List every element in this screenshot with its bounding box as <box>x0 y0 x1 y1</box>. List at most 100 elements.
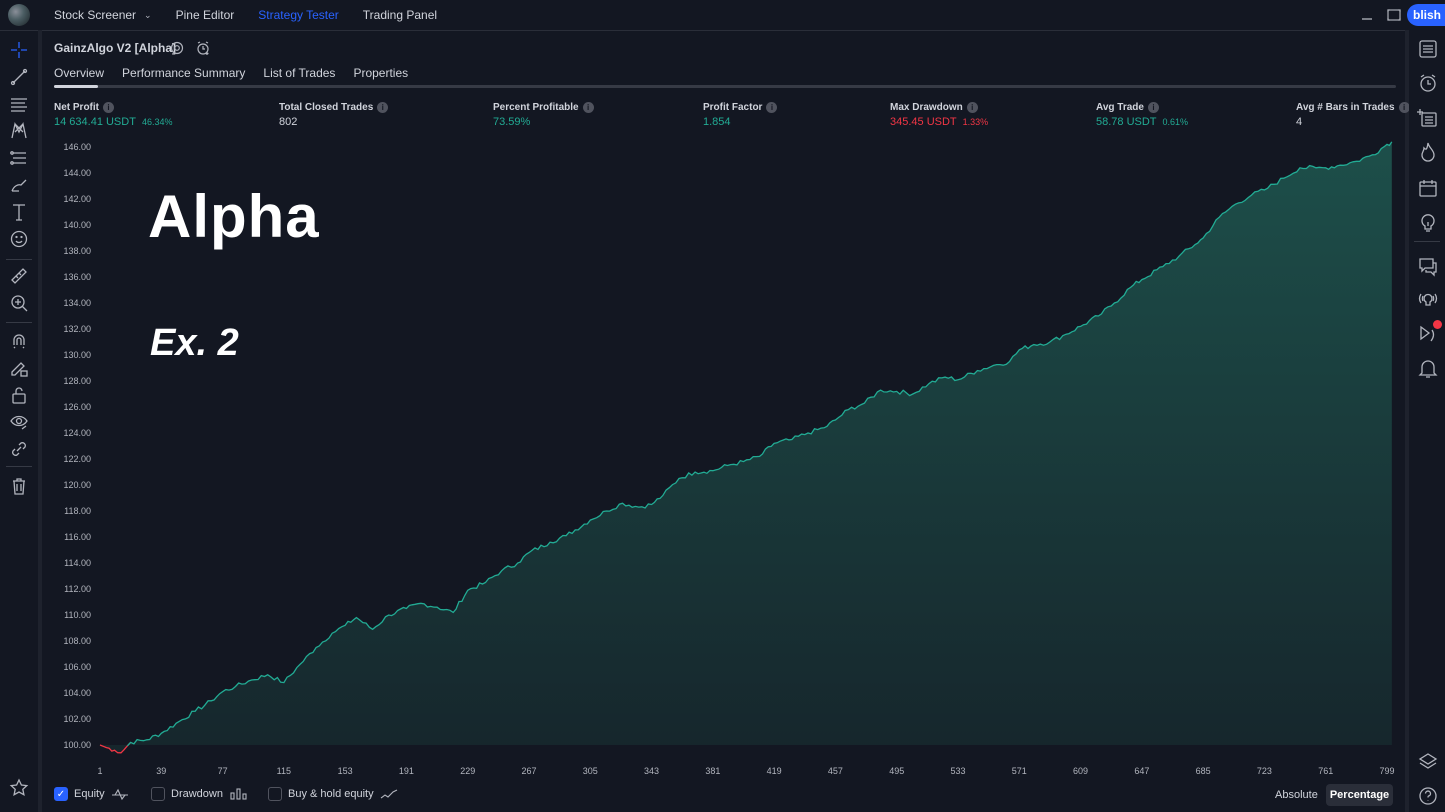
info-icon[interactable]: i <box>377 102 389 113</box>
strategy-title: GainzAlgo V2 [Alpha] <box>54 41 177 55</box>
legend-equity[interactable]: ✓ Equity <box>54 787 129 801</box>
legend-buy-hold-equity[interactable]: Buy & hold equity <box>268 787 398 801</box>
settings-gear-icon[interactable] <box>169 40 185 56</box>
notifications-bell-icon[interactable] <box>1417 357 1439 379</box>
hotlist-flame-icon[interactable] <box>1417 141 1439 163</box>
left-drawing-toolbar <box>0 0 38 812</box>
percentage-mode-button[interactable]: Percentage <box>1326 784 1393 806</box>
watchlist-icon[interactable] <box>1417 38 1439 60</box>
minimize-panel-icon[interactable] <box>1358 6 1376 24</box>
trash-icon[interactable] <box>9 476 29 496</box>
info-icon[interactable]: i <box>103 102 114 113</box>
drawdown-checkbox[interactable] <box>151 787 165 801</box>
info-icon[interactable]: i <box>966 102 978 113</box>
ruler-icon[interactable] <box>9 266 29 286</box>
zoom-in-icon[interactable] <box>9 293 29 313</box>
eye-icon[interactable] <box>9 412 29 432</box>
x-tick-label: 495 <box>889 766 904 776</box>
streams-lightbulb-icon[interactable] <box>1417 288 1439 310</box>
tab-strategy-tester[interactable]: Strategy Tester <box>246 0 350 31</box>
fib-tool-icon[interactable] <box>9 148 29 168</box>
chevron-down-icon[interactable]: ⌄ <box>144 10 152 21</box>
x-tick-label: 153 <box>338 766 353 776</box>
tab-pine-editor[interactable]: Pine Editor <box>164 0 247 31</box>
user-avatar[interactable] <box>8 4 30 26</box>
x-tick-label: 685 <box>1196 766 1211 776</box>
metric-avg-trade: Avg Trade i 58.78 USDT 0.61% <box>1096 102 1189 128</box>
overlay-title: Alpha <box>148 183 320 250</box>
x-tick-label: 419 <box>767 766 782 776</box>
metric-percent-profitable: Percent Profitable i 73.59% <box>493 101 594 128</box>
x-tick-label: 343 <box>644 766 659 776</box>
x-tick-label: 533 <box>950 766 965 776</box>
layers-icon[interactable] <box>1417 750 1439 772</box>
y-tick-label: 102.00 <box>63 714 91 724</box>
subtab-overview[interactable]: Overview <box>54 66 104 80</box>
y-tick-label: 106.00 <box>63 662 91 672</box>
x-tick-label: 77 <box>218 766 228 776</box>
maximize-panel-icon[interactable] <box>1385 6 1403 24</box>
overlay-subtitle: Ex. 2 <box>150 322 239 364</box>
y-tick-label: 124.00 <box>63 428 91 438</box>
y-tick-label: 126.00 <box>63 402 91 412</box>
calendar-icon[interactable] <box>1417 177 1439 199</box>
object-tree-icon[interactable] <box>1417 107 1439 129</box>
crosshair-icon[interactable] <box>9 40 29 60</box>
y-tick-label: 132.00 <box>63 324 91 334</box>
help-question-icon[interactable] <box>1417 785 1439 807</box>
star-favorites-icon[interactable] <box>9 778 29 798</box>
equity-checkbox[interactable]: ✓ <box>54 787 68 801</box>
trend-line-icon[interactable] <box>9 67 29 87</box>
info-icon[interactable]: i <box>582 102 594 113</box>
y-tick-label: 114.00 <box>64 558 91 568</box>
toolbar-separator <box>6 322 32 323</box>
info-icon[interactable]: i <box>766 102 778 113</box>
pattern-tool-icon[interactable] <box>9 121 29 141</box>
subtab-performance-summary[interactable]: Performance Summary <box>122 66 245 80</box>
buy-hold-checkbox[interactable] <box>268 787 282 801</box>
unlock-icon[interactable] <box>9 385 29 405</box>
text-tool-icon[interactable] <box>9 202 29 222</box>
legend-drawdown[interactable]: Drawdown <box>151 787 247 801</box>
tab-trading-panel[interactable]: Trading Panel <box>351 0 449 31</box>
x-tick-label: 267 <box>521 766 536 776</box>
publish-button[interactable]: blish <box>1407 4 1445 26</box>
alarm-clock-icon[interactable] <box>1417 72 1439 94</box>
add-alert-clock-icon[interactable] <box>195 40 211 56</box>
ideas-lightbulb-icon[interactable] <box>1417 211 1439 233</box>
horizontal-lines-icon[interactable] <box>9 94 29 114</box>
x-tick-label: 571 <box>1012 766 1027 776</box>
tab-stock-screener[interactable]: Stock Screener ⌄ <box>42 0 164 31</box>
brush-icon[interactable] <box>9 175 29 195</box>
notification-dot <box>1433 320 1442 329</box>
y-tick-label: 136.00 <box>63 272 91 282</box>
drawdown-bars-icon <box>230 788 247 800</box>
subtab-properties[interactable]: Properties <box>353 66 408 80</box>
toolbar-separator <box>1414 241 1440 242</box>
x-tick-label: 381 <box>705 766 720 776</box>
toolbar-separator <box>6 259 32 260</box>
subtab-list-of-trades[interactable]: List of Trades <box>263 66 335 80</box>
bottom-panel-tabs: Stock Screener ⌄ Pine Editor Strategy Te… <box>42 0 1405 31</box>
link-icon[interactable] <box>9 439 29 459</box>
lock-drawing-icon[interactable] <box>9 358 29 378</box>
y-tick-label: 120.00 <box>63 480 91 490</box>
x-tick-label: 39 <box>156 766 166 776</box>
absolute-mode-button[interactable]: Absolute <box>1275 789 1318 801</box>
x-tick-label: 799 <box>1379 766 1394 776</box>
x-tick-label: 761 <box>1318 766 1333 776</box>
info-icon[interactable]: i <box>1147 102 1159 113</box>
info-icon[interactable]: i <box>1398 102 1410 113</box>
metric-avg-bars-in-trades: Avg # Bars in Trades i 4 <box>1296 101 1410 128</box>
panel-divider[interactable] <box>38 30 42 812</box>
chat-icon[interactable] <box>1417 255 1439 277</box>
y-tick-label: 122.00 <box>63 454 91 464</box>
y-tick-label: 104.00 <box>63 688 91 698</box>
magnet-icon[interactable] <box>9 331 29 351</box>
emoji-icon[interactable] <box>9 229 29 249</box>
y-tick-label: 110.00 <box>64 610 91 620</box>
x-tick-label: 305 <box>583 766 598 776</box>
equity-line-below-start <box>99 741 132 754</box>
metric-max-drawdown: Max Drawdown i 345.45 USDT 1.33% <box>890 102 989 128</box>
y-tick-label: 142.00 <box>63 194 91 204</box>
